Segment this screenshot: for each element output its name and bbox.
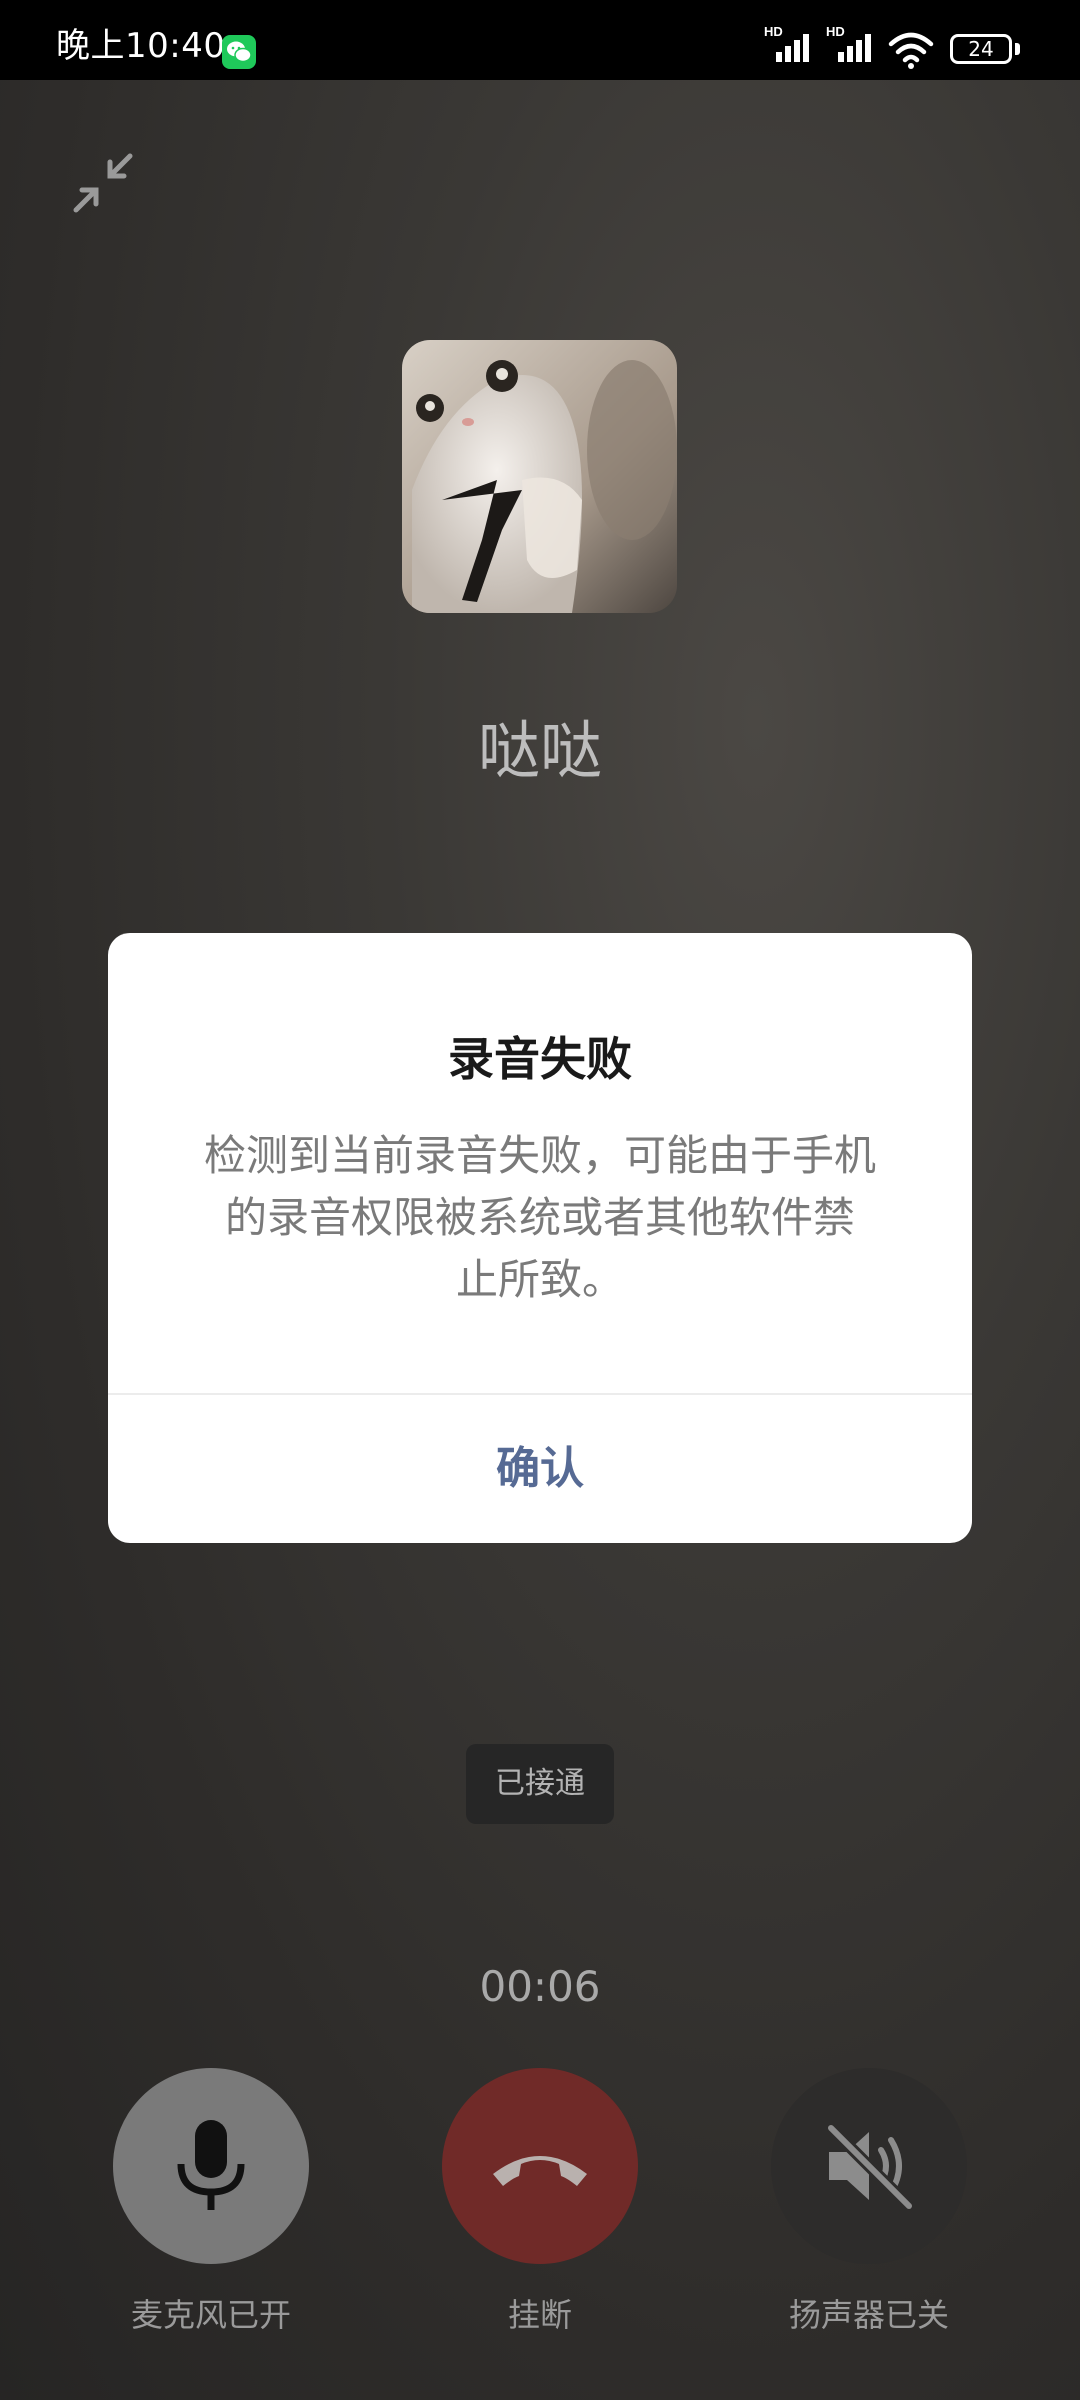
status-time: 晚上10:40 bbox=[56, 26, 226, 66]
microphone-icon bbox=[177, 2120, 245, 2210]
dialog-message-line: 检测到当前录音失败，可能由于手机 bbox=[203, 1131, 876, 1180]
hangup-button[interactable] bbox=[442, 2068, 638, 2264]
status-bar: 晚上10:40 HD HD 24 bbox=[0, 0, 1080, 80]
signal-icon: HD bbox=[824, 22, 884, 68]
recording-failed-dialog: 录音失败 检测到当前录音失败，可能由于手机 的录音权限被系统或者其他软件禁 止所… bbox=[108, 933, 972, 1543]
dialog-title: 录音失败 bbox=[448, 1032, 632, 1086]
hangup-label: 挂断 bbox=[507, 2296, 572, 2334]
dialog-message-line: 的录音权限被系统或者其他软件禁 bbox=[224, 1193, 855, 1242]
speaker-button[interactable] bbox=[771, 2068, 967, 2264]
minimize-icon[interactable] bbox=[70, 150, 140, 220]
battery-tip bbox=[1015, 43, 1020, 55]
speaker-muted-icon bbox=[826, 2123, 914, 2211]
avatar bbox=[402, 340, 677, 613]
dialog-message-line: 止所致。 bbox=[455, 1255, 624, 1304]
confirm-button[interactable]: 确认 bbox=[108, 1395, 972, 1543]
wifi-icon bbox=[888, 30, 934, 70]
speaker-label: 扬声器已关 bbox=[788, 2296, 949, 2334]
call-screen: 晚上10:40 HD HD 24 哒哒 录音失败 检测到当前录音失败，可能由于手… bbox=[0, 0, 1080, 2400]
call-timer: 00:06 bbox=[479, 1962, 601, 2011]
dialog-message: 检测到当前录音失败，可能由于手机 的录音权限被系统或者其他软件禁 止所致。 bbox=[168, 1125, 912, 1311]
contact-name: 哒哒 bbox=[477, 714, 602, 787]
wechat-icon bbox=[222, 35, 256, 69]
microphone-button[interactable] bbox=[113, 2068, 309, 2264]
call-status-badge: 已接通 bbox=[466, 1744, 614, 1824]
signal-icon: HD bbox=[762, 22, 822, 68]
svg-text:HD: HD bbox=[826, 24, 845, 39]
svg-text:HD: HD bbox=[764, 24, 783, 39]
microphone-label: 麦克风已开 bbox=[130, 2296, 291, 2334]
phone-hangup-icon bbox=[493, 2156, 587, 2186]
battery-indicator: 24 bbox=[950, 34, 1012, 64]
battery-level: 24 bbox=[968, 37, 994, 61]
